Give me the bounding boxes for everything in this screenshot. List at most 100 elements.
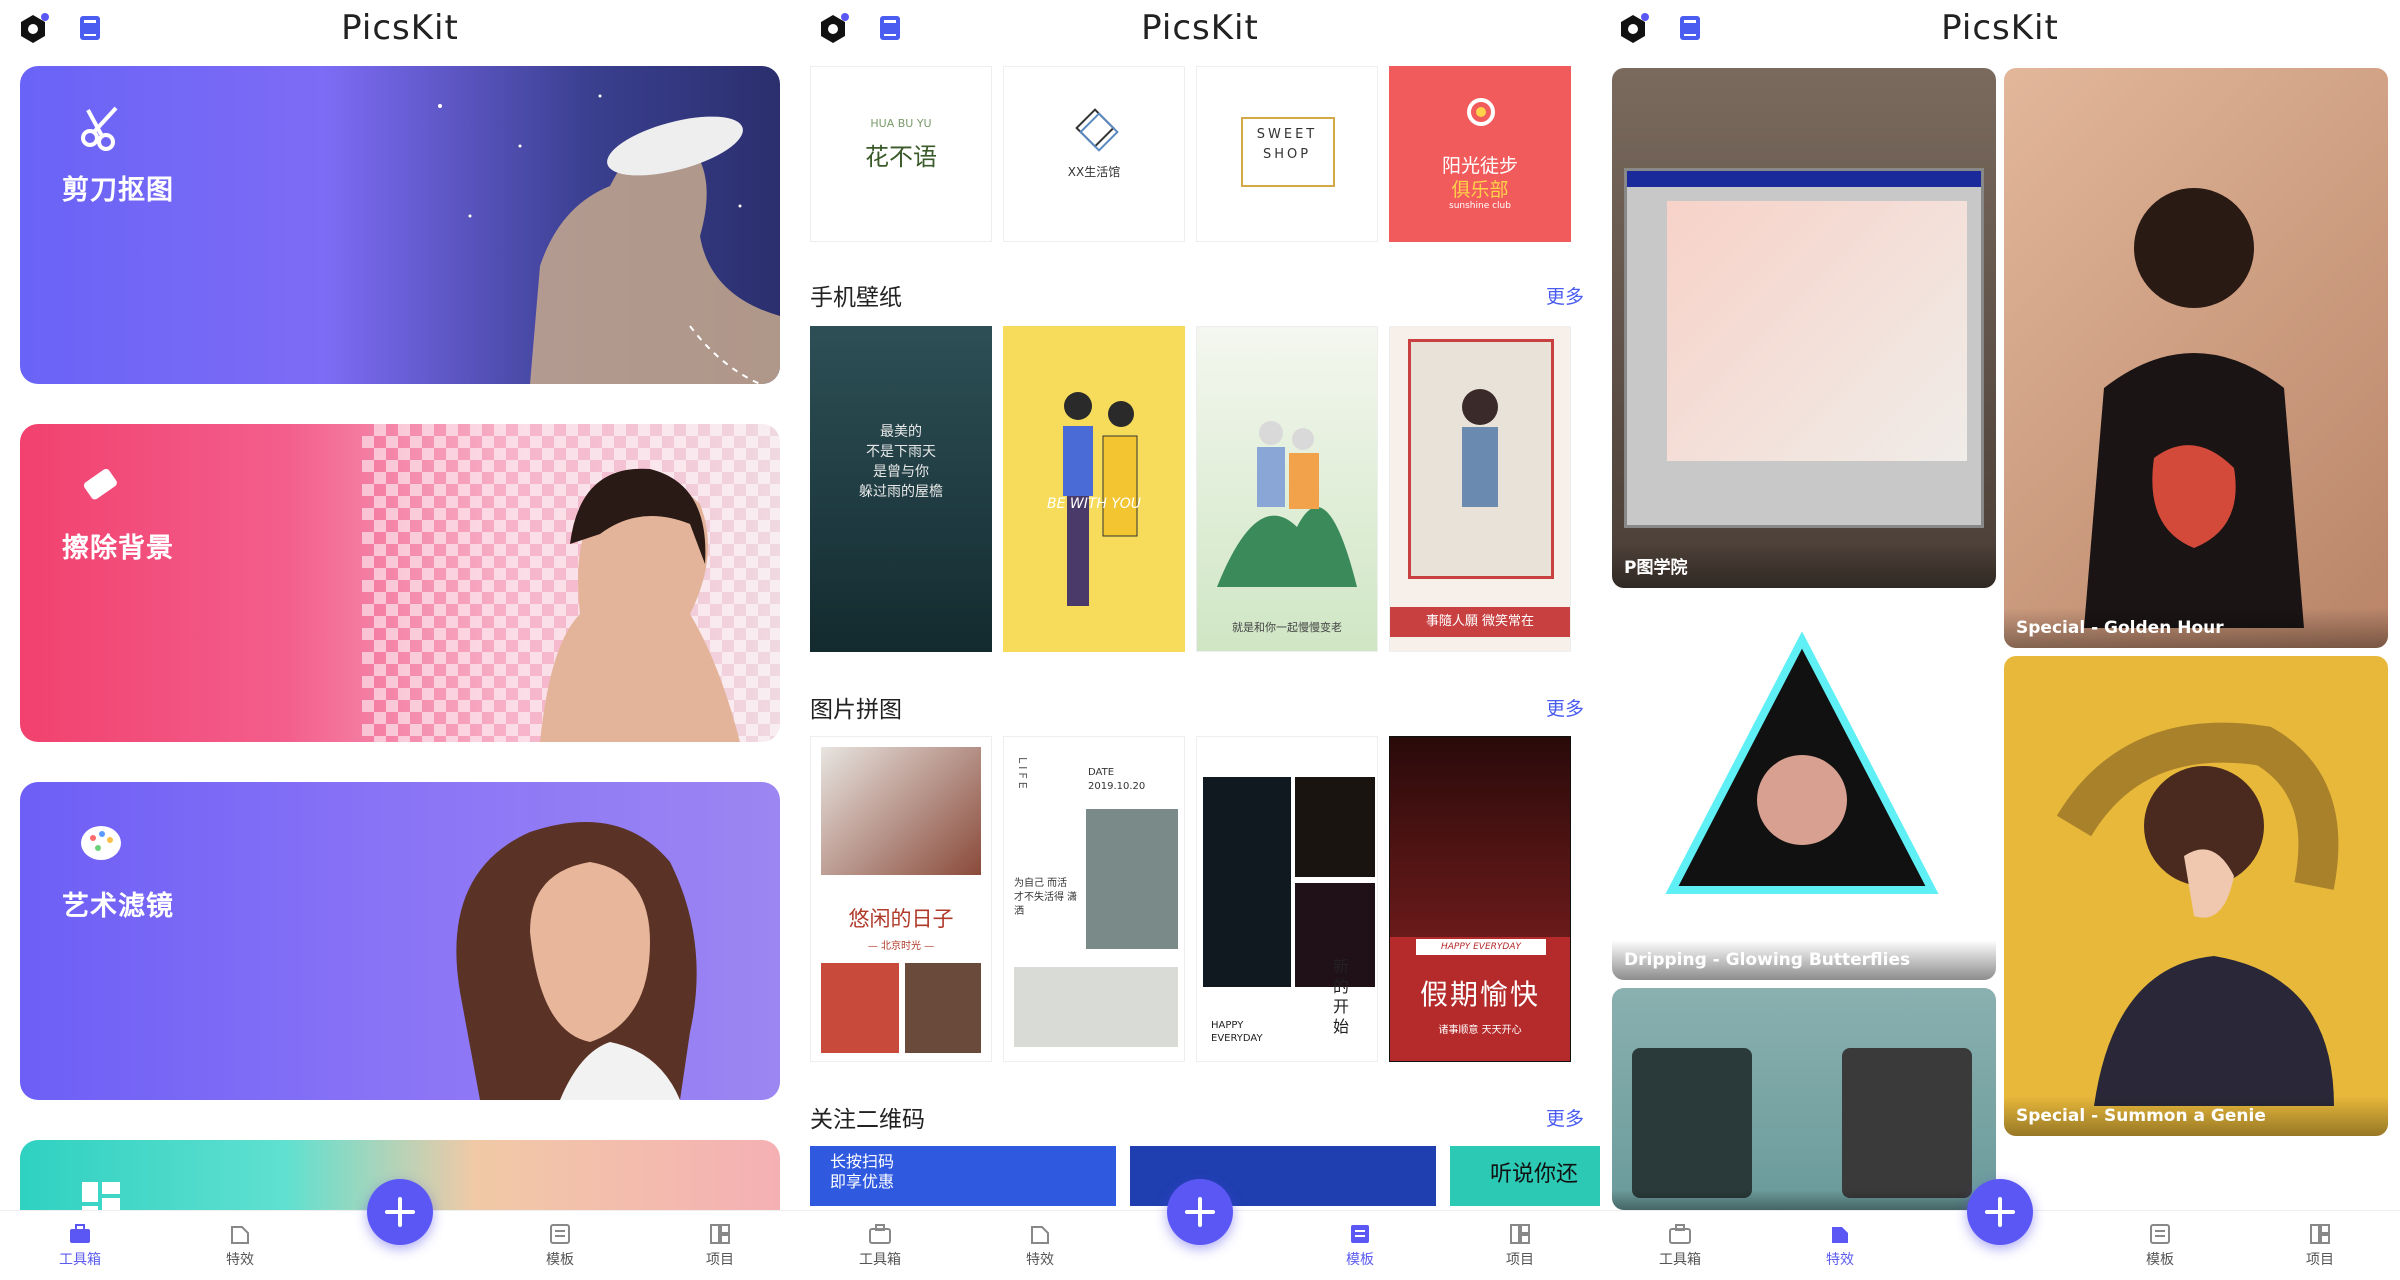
tab-projects[interactable]: 项目 (2280, 1223, 2360, 1269)
section-title-collage: 图片拼图 (810, 697, 902, 723)
wallpaper-couple[interactable]: BE WITH YOU (1003, 326, 1185, 652)
collage-tag: HAPPY EVERYDAY (1416, 939, 1546, 955)
add-button[interactable] (367, 1179, 433, 1245)
collage-leisure[interactable]: 悠闲的日子 — 北京时光 — (810, 736, 992, 1062)
collage-title: 假期愉快 (1419, 978, 1540, 1011)
section-title-wallpapers: 手机壁纸 (810, 285, 902, 311)
tab-toolbox-label: 工具箱 (1659, 1252, 1701, 1268)
more-link-collage[interactable]: 更多 (1546, 694, 1584, 721)
collage-title: 悠闲的日子 (848, 907, 954, 931)
app-header: PicsKit (0, 0, 800, 62)
portrait-image (540, 468, 740, 742)
add-button[interactable] (1167, 1179, 1233, 1245)
tab-templates-label: 模板 (1346, 1252, 1374, 1268)
child-illustration (1462, 389, 1498, 507)
tab-templates-label: 模板 (546, 1252, 574, 1268)
collage-text: HAPPY EVERYDAY (1211, 1020, 1263, 1044)
tab-templates[interactable]: 模板 (2120, 1223, 2200, 1269)
effects-icon (231, 1226, 249, 1244)
more-link-qr[interactable]: 更多 (1546, 1104, 1584, 1131)
collage-vertical-title: 新的开始 (1333, 957, 1350, 1036)
templates-icon (550, 1224, 570, 1244)
qr-text: 听说你还 (1490, 1162, 1579, 1187)
projects-icon (2310, 1224, 2330, 1244)
tab-effects-label: 特效 (226, 1252, 254, 1268)
palette-icon (81, 826, 121, 860)
wallpaper-text: 就是和你一起慢慢变老 (1232, 621, 1342, 634)
tab-projects-label: 项目 (1506, 1252, 1534, 1268)
tab-effects-label: 特效 (1826, 1252, 1854, 1268)
tab-toolbox[interactable]: 工具箱 (840, 1223, 920, 1269)
retro-device-image (1632, 1048, 1752, 1198)
erase-background-card[interactable]: 擦除背景 (20, 424, 780, 742)
effect-label: Special - Summon a Genie (2004, 1096, 2388, 1136)
logo-template-xx[interactable]: XX生活馆 (1003, 66, 1185, 242)
effect-summon-genie[interactable]: Special - Summon a Genie (2004, 656, 2388, 1136)
wallpaper-elderly[interactable]: 就是和你一起慢慢变老 (1196, 326, 1378, 652)
collage-holiday[interactable]: HAPPY EVERYDAY 假期愉快 诸事顺意 天天开心 (1389, 736, 1571, 1062)
toolbox-icon (869, 1224, 891, 1244)
tab-projects-label: 项目 (706, 1252, 734, 1268)
collage-fireworks[interactable]: HAPPY EVERYDAY 新的开始 (1196, 736, 1378, 1062)
more-link-wallpapers[interactable]: 更多 (1546, 282, 1584, 309)
starfield-image (438, 94, 780, 384)
tab-effects[interactable]: 特效 (1800, 1223, 1880, 1269)
logo-text-line3: sunshine club (1449, 201, 1511, 211)
logo-text-line1: SWEET (1256, 127, 1318, 142)
tab-effects-label: 特效 (1026, 1252, 1054, 1268)
collage-date: 2019.10.20 (1088, 781, 1146, 792)
elderly-couple-illustration (1217, 421, 1357, 587)
tab-effects[interactable]: 特效 (200, 1223, 280, 1269)
art-filter-card[interactable]: 艺术滤镜 (20, 782, 780, 1100)
tab-projects[interactable]: 项目 (1480, 1223, 1560, 1269)
app-title: PicsKit (1141, 8, 1259, 48)
qr-template-discount[interactable]: 长按扫码 即享优惠 (810, 1146, 1116, 1206)
illustrated-portrait-image (456, 822, 697, 1100)
diamond-logo-icon (1075, 108, 1119, 152)
app-header: PicsKit (800, 0, 1600, 62)
effect-p-academy[interactable]: P图学院 (1612, 68, 1996, 588)
projects-icon (710, 1224, 730, 1244)
logo-template-sweet-shop[interactable]: SWEET SHOP (1196, 66, 1378, 242)
effects-icon (1031, 1226, 1049, 1244)
tab-templates[interactable]: 模板 (520, 1223, 600, 1269)
effect-glowing-butterflies[interactable]: Dripping - Glowing Butterflies (1612, 600, 1996, 980)
add-button[interactable] (1967, 1179, 2033, 1245)
effect-label: Special - Golden Hour (2004, 608, 2388, 648)
tab-toolbox-label: 工具箱 (859, 1252, 901, 1268)
tab-toolbox[interactable]: 工具箱 (40, 1223, 120, 1269)
wallpaper-rain[interactable]: 最美的 不是下雨天 是曾与你 躲过雨的屋檐 (810, 326, 992, 652)
app-title: PicsKit (341, 8, 459, 48)
templates-icon (2150, 1224, 2170, 1244)
tab-toolbox[interactable]: 工具箱 (1640, 1223, 1720, 1269)
effect-retro-device[interactable] (1612, 988, 1996, 1210)
tab-projects-label: 项目 (2306, 1252, 2334, 1268)
tab-projects[interactable]: 项目 (680, 1223, 760, 1269)
scissors-icon (81, 106, 118, 151)
bottom-tab-bar: 工具箱 特效 模板 项目 (800, 1179, 1600, 1280)
couple-illustration (1063, 392, 1138, 606)
wallpaper-text: 事隨人願 微笑常在 (1390, 607, 1570, 637)
collage-vertical-text: LIFE (1016, 757, 1029, 792)
logo-text-line1: XX生活馆 (1067, 165, 1121, 179)
logo-template-sunshine[interactable]: 阳光徒步 俱乐部 sunshine club (1389, 66, 1571, 242)
effect-golden-hour[interactable]: Special - Golden Hour (2004, 68, 2388, 648)
cutout-card[interactable]: 剪刀抠图 (20, 66, 780, 384)
toolbox-screen: PicsKit 剪刀抠图 擦除背景 艺术滤镜 工具箱 特效 模板 项目 (0, 0, 800, 1280)
qr-template-teal[interactable]: 听说你还 (1450, 1146, 1600, 1206)
eraser-icon (83, 468, 117, 500)
cutout-label: 剪刀抠图 (62, 175, 174, 206)
wallpaper-child[interactable]: 事隨人願 微笑常在 (1389, 326, 1571, 652)
logo-text-line1: HUA BU YU (870, 117, 932, 130)
projects-icon (1510, 1224, 1530, 1244)
tab-effects[interactable]: 特效 (1000, 1223, 1080, 1269)
bottom-tab-bar: 工具箱 特效 模板 项目 (1600, 1179, 2400, 1280)
toolbox-icon (1669, 1224, 1691, 1244)
erase-background-label: 擦除背景 (62, 533, 174, 564)
toolbox-icon (70, 1224, 90, 1243)
effect-label: Dripping - Glowing Butterflies (1612, 940, 1996, 980)
collage-life[interactable]: LIFE DATE 2019.10.20 为自己 而活 才不失活得 潇洒 (1003, 736, 1185, 1062)
tab-templates[interactable]: 模板 (1320, 1223, 1400, 1269)
logo-template-huabuyu[interactable]: HUA BU YU 花不语 (810, 66, 992, 242)
effect-label (1612, 1190, 1996, 1210)
